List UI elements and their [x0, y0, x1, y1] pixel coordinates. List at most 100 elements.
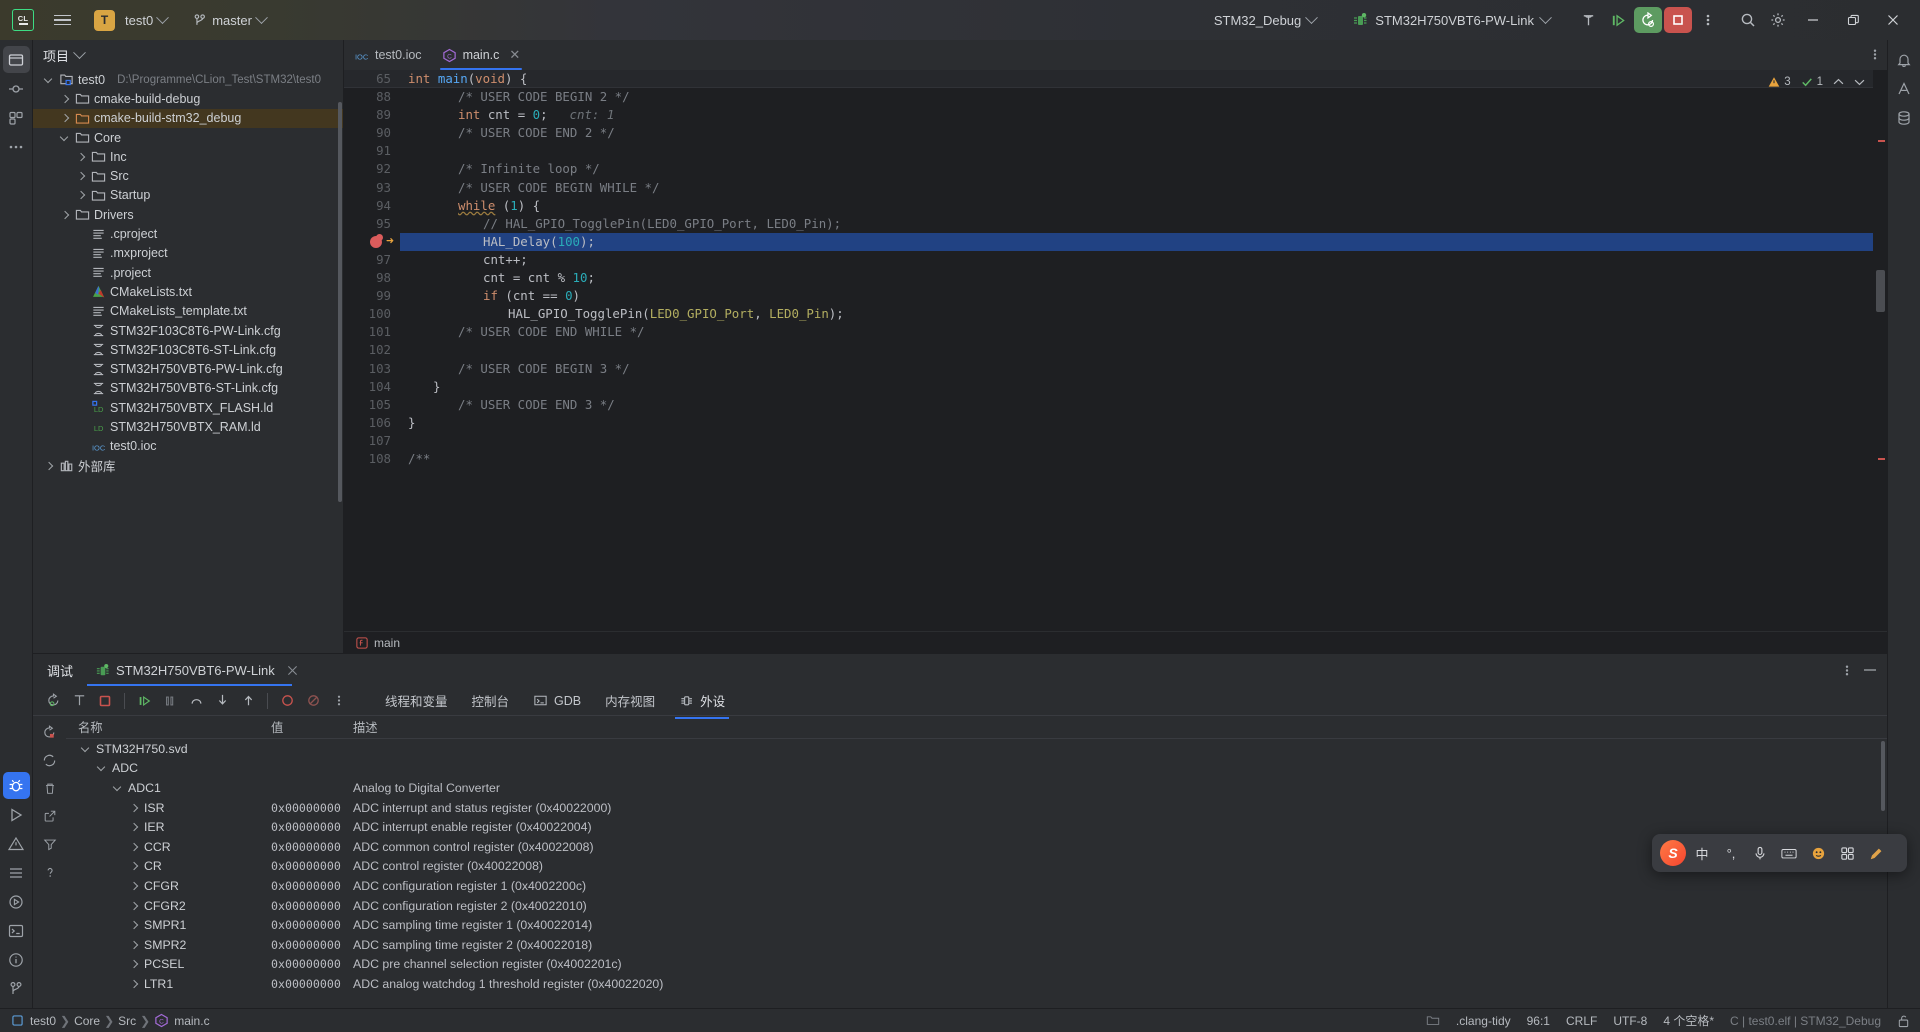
status-breadcrumb-Src[interactable]: Src — [118, 1014, 136, 1028]
code-line[interactable] — [400, 341, 1887, 359]
editor-tab-test0-ioc[interactable]: IOC test0.ioc — [344, 40, 432, 70]
stop-icon-button[interactable] — [93, 689, 117, 713]
chevron-down-icon[interactable] — [73, 45, 86, 59]
code-line[interactable]: /* USER CODE END 2 */ — [400, 124, 1887, 142]
target-status[interactable]: C | test0.elf | STM32_Debug — [1730, 1014, 1881, 1028]
tree-item[interactable]: CMakeLists_template.txt — [33, 302, 343, 321]
peripheral-row[interactable]: SMPR1 0x00000000 ADC sampling time registe… — [66, 915, 1887, 935]
status-breadcrumb-Core[interactable]: Core — [74, 1014, 100, 1028]
tool-button-structure[interactable] — [3, 104, 30, 131]
tree-item[interactable]: STM32H750VBT6-PW-Link.cfg — [33, 359, 343, 378]
resume-program-icon-button[interactable] — [41, 689, 65, 713]
line-number[interactable]: 105 — [344, 396, 400, 414]
tree-item[interactable]: STM32F103C8T6-PW-Link.cfg — [33, 321, 343, 340]
code-line[interactable]: /** — [400, 450, 1887, 468]
project-name-dropdown[interactable]: test0 — [119, 10, 173, 31]
close-tab-icon[interactable]: ✕ — [509, 47, 520, 63]
vertical-dots-icon[interactable] — [1845, 663, 1849, 678]
tree-item[interactable]: CMakeLists.txt — [33, 282, 343, 301]
line-number[interactable]: 91 — [344, 142, 400, 160]
peripheral-row[interactable]: CR 0x00000000 ADC control register (0x4002… — [66, 857, 1887, 877]
editor-gutter[interactable]: 65 88 89 90 91 92 93 94 95 ➜ 97 98 99 100 101 102 103 104… — [344, 70, 400, 631]
chevron-right-icon[interactable] — [59, 93, 71, 105]
code-line[interactable]: } — [400, 414, 1887, 432]
line-number[interactable]: 106 — [344, 414, 400, 432]
chevron-down-icon[interactable] — [96, 762, 108, 774]
peripheral-row[interactable]: LTR1 0x00000000 ADC analog watchdog 1 thre… — [66, 974, 1887, 994]
peripherals-settings-button[interactable] — [38, 748, 62, 772]
chevron-right-icon[interactable] — [128, 841, 140, 853]
code-line[interactable]: HAL_Delay(100); — [400, 232, 1887, 251]
open-peripheral-button[interactable] — [38, 804, 62, 828]
stop-button[interactable] — [1664, 7, 1692, 33]
editor-error-stripe[interactable] — [1873, 70, 1887, 631]
debug-session-tab[interactable]: STM32H750VBT6-PW-Link — [87, 654, 306, 686]
line-number[interactable]: 88 — [344, 88, 400, 106]
tree-item[interactable]: .mxproject — [33, 244, 343, 263]
code-line[interactable]: /* USER CODE END 3 */ — [400, 396, 1887, 414]
status-breadcrumb-main-c[interactable]: Cmain.c — [154, 1013, 210, 1028]
clang-tidy-status[interactable]: .clang-tidy — [1456, 1014, 1511, 1028]
line-number[interactable]: 103 — [344, 360, 400, 378]
code-line[interactable]: /* USER CODE BEGIN 3 */ — [400, 360, 1887, 378]
settings-button[interactable] — [1764, 7, 1792, 33]
error-stripe-mark[interactable] — [1878, 140, 1885, 142]
tree-item[interactable]: Src — [33, 166, 343, 185]
tool-button-debug[interactable] — [2, 772, 30, 799]
inspection-widget[interactable]: 3 1 — [1768, 76, 1865, 88]
vcs-branch-dropdown[interactable]: master — [187, 10, 272, 31]
ime-apps-button[interactable] — [1834, 840, 1860, 866]
minimize-window-button[interactable] — [1794, 5, 1832, 35]
project-tree-scrollbar[interactable] — [338, 102, 342, 502]
peripheral-row[interactable]: IER 0x00000000 ADC interrupt enable regist… — [66, 817, 1887, 837]
code-line[interactable]: cnt++; — [400, 251, 1887, 269]
code-line[interactable]: while (1) { — [400, 197, 1887, 215]
ime-pen-button[interactable] — [1863, 840, 1889, 866]
delete-peripheral-button[interactable] — [38, 776, 62, 800]
tree-item[interactable]: 外部库 — [33, 456, 343, 475]
step-into-icon-button[interactable] — [210, 689, 234, 713]
line-number[interactable]: 102 — [344, 341, 400, 359]
peripherals-scrollbar[interactable] — [1881, 741, 1885, 811]
chevron-right-icon[interactable] — [43, 460, 55, 472]
chevron-right-icon[interactable] — [59, 209, 71, 221]
tree-item[interactable]: IOC test0.ioc — [33, 437, 343, 456]
step-out-icon-button[interactable] — [236, 689, 260, 713]
peripheral-row[interactable]: CFGR2 0x00000000 ADC configuration registe… — [66, 896, 1887, 916]
tree-item[interactable]: Core — [33, 128, 343, 147]
code-line[interactable]: // HAL_GPIO_TogglePin(LED0_GPIO_Port, LE… — [400, 215, 1887, 233]
chevron-right-icon[interactable] — [128, 802, 140, 814]
more-actions-button[interactable] — [1694, 7, 1722, 33]
resume-icon-button[interactable] — [132, 689, 156, 713]
tree-item[interactable]: Drivers — [33, 205, 343, 224]
error-stripe-mark[interactable] — [1878, 458, 1885, 460]
tool-button-services[interactable] — [3, 888, 30, 915]
line-number[interactable]: ➜ — [344, 232, 400, 251]
tree-item[interactable]: Inc — [33, 147, 343, 166]
code-line[interactable]: cnt = cnt % 10; — [400, 269, 1887, 287]
line-number[interactable]: 93 — [344, 179, 400, 197]
tool-button-notifications-left[interactable] — [3, 946, 30, 973]
tree-item[interactable]: cmake-build-stm32_debug — [33, 108, 343, 128]
sogou-logo-icon[interactable]: S — [1660, 840, 1686, 866]
code-editor[interactable]: 65 88 89 90 91 92 93 94 95 ➜ 97 98 99 100 101 102 103 104… — [344, 70, 1887, 631]
chevron-right-icon[interactable] — [128, 958, 140, 970]
debug-tab-3[interactable]: GDB — [523, 689, 591, 712]
code-line[interactable]: int cnt = 0; cnt: 1 — [400, 106, 1887, 124]
tree-item[interactable]: STM32H750VBT6-ST-Link.cfg — [33, 379, 343, 398]
code-line[interactable]: /* Infinite loop */ — [400, 160, 1887, 178]
chevron-right-icon[interactable] — [128, 860, 140, 872]
peripherals-rows[interactable]: STM32H750.svd ADC ADC1 Analog to Digital Co… — [66, 739, 1887, 1008]
chevron-down-icon[interactable] — [80, 743, 92, 755]
column-header-value[interactable]: 值 — [271, 718, 353, 736]
chevron-right-icon[interactable] — [75, 151, 87, 163]
code-line[interactable]: } — [400, 378, 1887, 396]
line-number[interactable]: 100 — [344, 305, 400, 323]
sticky-line-code[interactable]: int main(void) { — [400, 70, 1887, 89]
chevron-right-icon[interactable] — [128, 919, 140, 931]
chevron-up-icon[interactable] — [1833, 78, 1844, 86]
code-line[interactable]: /* USER CODE END WHILE */ — [400, 323, 1887, 341]
debug-tab-1[interactable]: 线程和变量 — [375, 687, 458, 714]
ime-mode-chinese-button[interactable]: 中 — [1689, 840, 1715, 866]
line-number[interactable]: 98 — [344, 269, 400, 287]
